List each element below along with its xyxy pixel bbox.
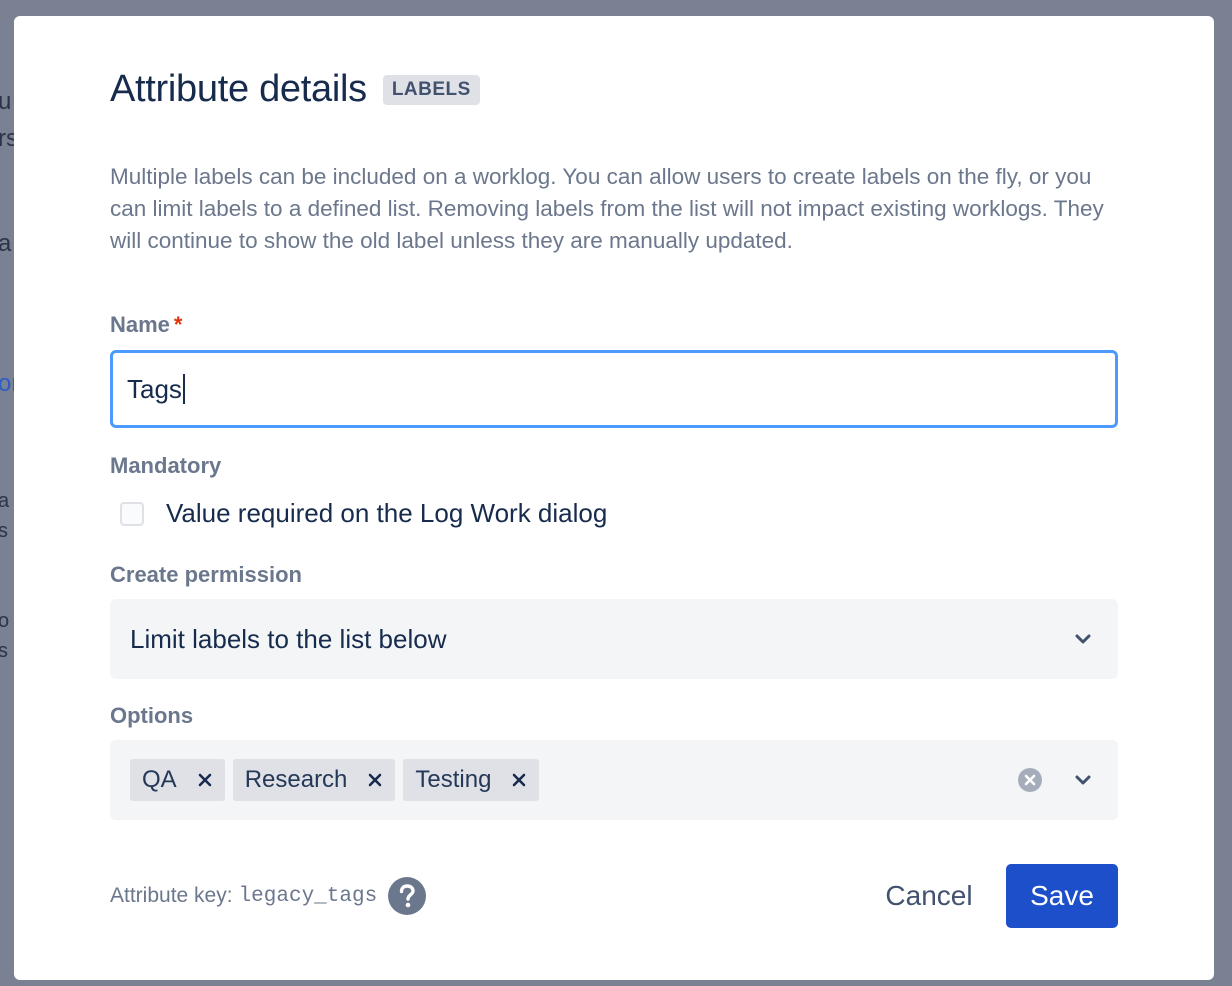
- options-label: Options: [110, 703, 194, 728]
- clear-icon[interactable]: [1018, 768, 1042, 792]
- name-input[interactable]: Tags: [110, 350, 1118, 428]
- option-chip-label: Research: [244, 766, 348, 793]
- create-permission-select[interactable]: Limit labels to the list below: [110, 599, 1118, 679]
- options-chip-list: QA Research Testing: [130, 759, 547, 801]
- attribute-key-label: Attribute key:: [110, 884, 233, 907]
- attribute-key: Attribute key: legacy_tags: [110, 876, 427, 916]
- name-label: Name *: [110, 312, 182, 338]
- option-chip-qa: QA: [130, 759, 225, 801]
- chevron-down-icon[interactable]: [1074, 630, 1092, 648]
- cancel-button[interactable]: Cancel: [864, 864, 994, 928]
- type-badge: LABELS: [382, 74, 480, 105]
- options-multiselect[interactable]: QA Research Testing: [110, 740, 1118, 820]
- chevron-down-icon[interactable]: [1074, 771, 1092, 789]
- option-chip-research: Research: [232, 759, 396, 801]
- dialog-description: Multiple labels can be included on a wor…: [110, 164, 1104, 253]
- option-chip-testing: Testing: [403, 759, 540, 801]
- create-permission-label: Create permission: [110, 562, 302, 587]
- save-button[interactable]: Save: [1006, 864, 1118, 928]
- name-label-text: Name: [110, 312, 170, 337]
- close-icon[interactable]: [507, 768, 531, 792]
- option-chip-label: Testing: [415, 766, 492, 793]
- dialog-title: Attribute details: [110, 68, 367, 110]
- dialog-header: Attribute details LABELS: [110, 68, 480, 111]
- mandatory-checkbox[interactable]: [120, 501, 144, 526]
- mandatory-checkbox-label[interactable]: Value required on the Log Work dialog: [166, 498, 607, 529]
- mandatory-checkbox-row[interactable]: Value required on the Log Work dialog: [120, 498, 607, 529]
- close-icon[interactable]: [193, 768, 217, 792]
- required-marker: *: [173, 312, 183, 337]
- close-icon[interactable]: [363, 768, 387, 792]
- create-permission-value: Limit labels to the list below: [130, 624, 447, 654]
- attribute-details-dialog: Attribute details LABELS Multiple labels…: [14, 16, 1214, 980]
- name-input-value: Tags: [127, 373, 182, 404]
- text-caret: [182, 374, 185, 404]
- question-icon[interactable]: [387, 876, 427, 916]
- mandatory-label: Mandatory: [110, 453, 222, 478]
- option-chip-label: QA: [142, 766, 177, 793]
- attribute-key-value: legacy_tags: [238, 884, 378, 908]
